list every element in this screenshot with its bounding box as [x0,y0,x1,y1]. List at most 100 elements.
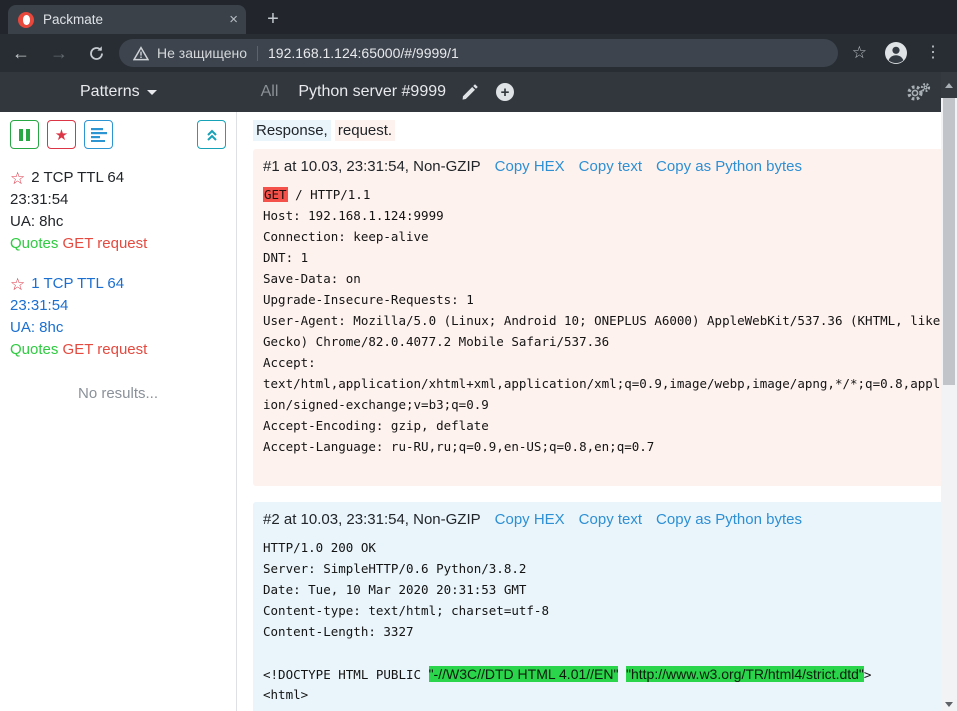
tab-title: Packmate [43,12,229,27]
profile-avatar[interactable] [885,42,907,64]
avatar-icon [885,42,907,64]
stream-list-item-active[interactable]: ☆ 1 TCP TTL 64 23:31:54 UA: 8hc Quotes G… [10,273,226,361]
gears-icon [905,82,931,102]
security-label: Не защищено [157,45,247,61]
copy-text-link[interactable]: Copy text [579,511,642,528]
all-services-tab[interactable]: All [261,83,279,101]
no-results-text: No results... [10,385,226,402]
tag-get-request: GET request [63,235,148,252]
reload-button[interactable] [88,45,105,62]
sidebar-toolbar: ★ [10,120,226,149]
not-secure-warning-icon[interactable] [133,46,149,61]
address-bar[interactable]: Не защищено 192.168.1.124:65000/#/9999/1 [119,39,838,67]
align-left-icon [91,128,107,142]
packet-line: text/html,application/xhtml+xml,applicat… [263,376,957,397]
packet-line: ion/signed-exchange;v=b3;q=0.9 [263,397,957,418]
packet-line: Server: SimpleHTTP/0.6 Python/3.8.2 [263,561,957,582]
tag-get-request: GET request [63,341,148,358]
copy-python-bytes-link[interactable]: Copy as Python bytes [656,511,802,528]
pause-capture-button[interactable] [10,120,39,149]
packet-id: #2 at 10.03, 23:31:54, Non-GZIP [263,511,481,528]
scroll-down-button[interactable] [945,702,953,707]
address-divider [257,46,258,61]
packet-line: GET / HTTP/1.1 [263,187,957,208]
patterns-label: Patterns [80,83,140,101]
packet-line: Accept: [263,355,957,376]
packet-line: Save-Data: on [263,271,957,292]
tag-quotes: Quotes [10,235,58,252]
packet-body: GET / HTTP/1.1Host: 192.168.1.124:9999Co… [263,187,957,460]
stream-time: 23:31:54 [10,189,226,211]
packet-line: Content-Length: 3327 [263,624,957,645]
packet-line: Connection: keep-alive [263,229,957,250]
scroll-up-button[interactable] [941,72,957,98]
copy-hex-link[interactable]: Copy HEX [495,158,565,175]
packet-card-request: #1 at 10.03, 23:31:54, Non-GZIP Copy HEX… [253,149,957,486]
packet-line: Gecko) Chrome/82.0.4077.2 Mobile Safari/… [263,334,957,355]
edit-service-button[interactable] [462,84,478,100]
stream-tags: Quotes GET request [10,339,226,361]
stream-list-item[interactable]: ☆ 2 TCP TTL 64 23:31:54 UA: 8hc Quotes G… [10,167,226,255]
caret-down-icon [147,90,157,95]
favorite-star-icon[interactable]: ☆ [10,170,25,187]
copy-text-link[interactable]: Copy text [579,158,642,175]
packet-line: Accept-Language: ru-RU,ru;q=0.9,en-US;q=… [263,439,957,460]
star-icon: ★ [55,126,68,144]
stream-sidebar: ★ ☆ 2 TCP TTL 64 [0,112,237,711]
back-button[interactable]: ← [12,44,30,62]
request-legend-label: request. [335,120,395,141]
page-scrollbar[interactable] [941,72,957,711]
scrollbar-thumb[interactable] [943,98,955,385]
app-header: Patterns All Python server #9999 + [0,72,957,112]
bookmark-star-icon[interactable]: ☆ [852,43,867,63]
packet-line: DNT: 1 [263,250,957,271]
stream-title: 2 TCP TTL 64 [31,167,124,189]
service-title[interactable]: Python server #9999 [298,83,446,101]
favorites-filter-button[interactable]: ★ [47,120,76,149]
packet-card-header: #2 at 10.03, 23:31:54, Non-GZIP Copy HEX… [263,511,957,528]
response-legend-label: Response, [253,120,331,141]
stream-time: 23:31:54 [10,295,226,317]
collapse-sidebar-button[interactable] [197,120,226,149]
packet-line: Host: 192.168.1.124:9999 [263,208,957,229]
stream-ua: UA: 8hc [10,317,226,339]
packet-line: Date: Tue, 10 Mar 2020 20:31:53 GMT [263,582,957,603]
browser-toolbar: ← → Не защищено 192.168.1.124:65000/#/99… [0,34,957,72]
reload-icon [88,45,105,62]
packet-line: Accept-Encoding: gzip, deflate [263,418,957,439]
packet-card-header: #1 at 10.03, 23:31:54, Non-GZIP Copy HEX… [263,158,957,175]
browser-tab[interactable]: Packmate × [8,5,246,34]
packet-line: HTTP/1.0 200 OK [263,540,957,561]
pencil-icon [462,84,478,100]
packet-line: Upgrade-Insecure-Requests: 1 [263,292,957,313]
tag-quotes: Quotes [10,341,58,358]
packet-line: <!DOCTYPE HTML PUBLIC "-//W3C//DTD HTML … [263,666,957,687]
stream-list-button[interactable] [84,120,113,149]
copy-python-bytes-link[interactable]: Copy as Python bytes [656,158,802,175]
packet-line: <html> [263,687,957,708]
stream-ua: UA: 8hc [10,211,226,233]
packet-line [263,645,957,666]
add-service-button[interactable]: + [496,83,514,101]
url-text[interactable]: 192.168.1.124:65000/#/9999/1 [268,45,459,61]
page-content: ★ ☆ 2 TCP TTL 64 [0,112,957,711]
packet-id: #1 at 10.03, 23:31:54, Non-GZIP [263,158,481,175]
favorite-star-icon[interactable]: ☆ [10,276,25,293]
settings-button[interactable] [905,82,931,102]
new-tab-button[interactable]: + [260,6,286,32]
stream-tags: Quotes GET request [10,233,226,255]
triangle-up-icon [945,83,953,88]
packet-view: Response, request. #1 at 10.03, 23:31:54… [237,112,957,711]
packet-card-response: #2 at 10.03, 23:31:54, Non-GZIP Copy HEX… [253,502,957,711]
packet-line: Content-type: text/html; charset=utf-8 [263,603,957,624]
packmate-favicon-icon [18,12,34,28]
packet-line: User-Agent: Mozilla/5.0 (Linux; Android … [263,313,957,334]
copy-hex-link[interactable]: Copy HEX [495,511,565,528]
pause-icon [19,129,30,141]
patterns-dropdown[interactable]: Patterns [80,83,157,101]
forward-button[interactable]: → [50,44,68,62]
tab-close-icon[interactable]: × [229,12,238,27]
browser-tab-bar: Packmate × + [0,0,957,34]
stream-title: 1 TCP TTL 64 [31,273,124,295]
browser-menu-icon[interactable]: ⋮ [921,45,945,61]
